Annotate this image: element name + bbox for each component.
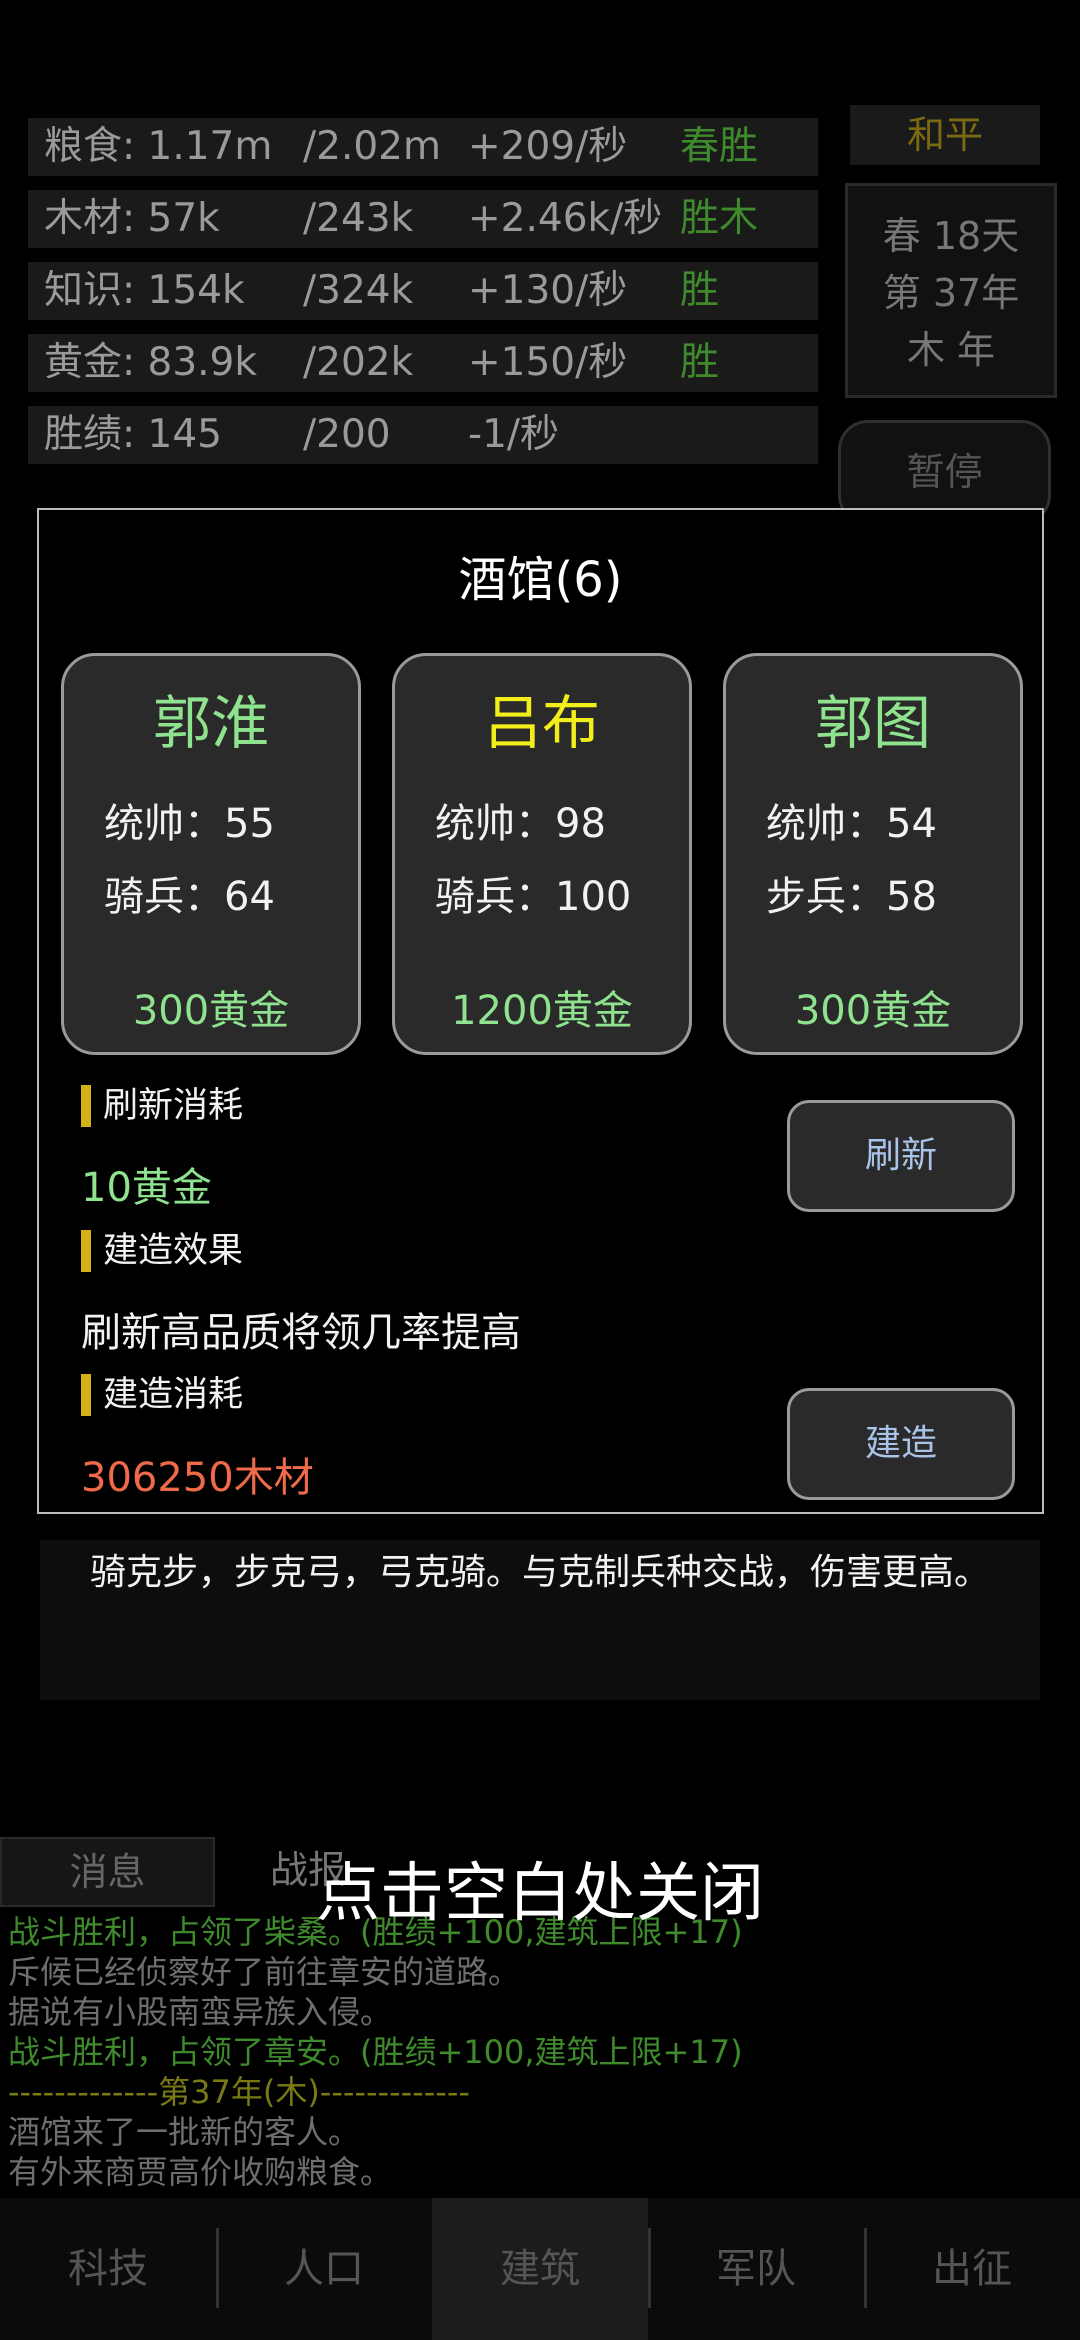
resource-tag: 春胜 (680, 124, 759, 169)
section-label-text: 建造效果 (103, 1231, 244, 1271)
log-line: 斥候已经侦察好了前往章安的道路。 (8, 1953, 521, 1991)
resource-rate: +2.46k/秒 (468, 196, 663, 241)
general-name: 郭淮 (152, 689, 269, 757)
resource-name: 木材: 57k (44, 196, 220, 241)
resource-max: /2.02m (303, 124, 441, 169)
general-price: 1200黄金 (451, 988, 633, 1034)
general-card-1[interactable]: 郭淮 统帅：55 骑兵：64 300黄金 (61, 653, 361, 1055)
resource-rate: +130/秒 (468, 268, 628, 313)
general-stat-command: 统帅：55 (104, 801, 275, 847)
peace-status: 和平 (850, 105, 1040, 165)
build-cost-value: 306250木材 (81, 1455, 314, 1501)
section-label-text: 刷新消耗 (103, 1086, 244, 1126)
element-year: 木 年 (906, 328, 996, 372)
nav-tech[interactable]: 科技 (0, 2198, 216, 2340)
resource-max: /202k (303, 340, 414, 385)
tavern-dialog: 酒馆(6) 郭淮 统帅：55 骑兵：64 300黄金 吕布 统帅：98 骑兵：1… (37, 508, 1044, 1514)
resource-tag: 胜 (680, 340, 720, 385)
resource-rate: -1/秒 (468, 412, 560, 457)
refresh-cost-label: 刷新消耗 (81, 1085, 243, 1127)
resource-max: /324k (303, 268, 414, 313)
dialog-title: 酒馆(6) (458, 552, 623, 608)
nav-buildings[interactable]: 建筑 (432, 2198, 648, 2340)
log-line: -------------第37年(木)------------- (8, 2073, 470, 2111)
general-stat-troop: 步兵：58 (766, 874, 937, 920)
bottom-nav: 科技 人口 建筑 军队 出征 (0, 2198, 1080, 2340)
log-line: 战斗胜利，占领了章安。(胜绩+100,建筑上限+17) (8, 2033, 743, 2071)
build-effect-value: 刷新高品质将领几率提高 (81, 1310, 521, 1356)
resource-name: 胜绩: 145 (44, 412, 222, 457)
resource-row-food: 粮食: 1.17m /2.02m +209/秒 春胜 (28, 118, 818, 176)
resource-row-victory: 胜绩: 145 /200 -1/秒 (28, 406, 818, 464)
general-price: 300黄金 (794, 988, 952, 1034)
general-stat-troop: 骑兵：64 (104, 874, 275, 920)
general-price: 300黄金 (132, 988, 290, 1034)
resource-tag: 胜 (680, 268, 720, 313)
resource-rate: +209/秒 (468, 124, 628, 169)
counter-hint: 骑克步，步克弓，弓克骑。与克制兵种交战，伤害更高。 (89, 1552, 990, 1593)
general-stat-command: 统帅：98 (435, 801, 606, 847)
section-marker (81, 1230, 91, 1272)
season-day: 春 18天 (882, 214, 1020, 258)
build-button[interactable]: 建造 (787, 1388, 1015, 1500)
general-name: 郭图 (814, 689, 931, 757)
general-card-2[interactable]: 吕布 统帅：98 骑兵：100 1200黄金 (392, 653, 692, 1055)
section-marker (81, 1085, 91, 1127)
general-stat-command: 统帅：54 (766, 801, 937, 847)
refresh-cost-value: 10黄金 (81, 1165, 212, 1211)
log-line: 有外来商贾高价收购粮食。 (8, 2153, 393, 2191)
general-name: 吕布 (483, 689, 600, 757)
resource-row-gold: 黄金: 83.9k /202k +150/秒 胜 (28, 334, 818, 392)
nav-population[interactable]: 人口 (216, 2198, 432, 2340)
resource-row-knowledge: 知识: 154k /324k +130/秒 胜 (28, 262, 818, 320)
resource-max: /243k (303, 196, 414, 241)
resource-name: 粮食: 1.17m (44, 124, 273, 169)
calendar-box: 春 18天 第 37年 木 年 (845, 183, 1057, 398)
resource-max: /200 (303, 412, 391, 457)
nav-expedition[interactable]: 出征 (864, 2198, 1080, 2340)
section-label-text: 建造消耗 (103, 1375, 244, 1415)
resource-name: 知识: 154k (44, 268, 245, 313)
nav-army[interactable]: 军队 (648, 2198, 864, 2340)
general-stat-troop: 骑兵：100 (435, 874, 632, 920)
close-hint[interactable]: 点击空白处关闭 (0, 1842, 1080, 1934)
build-cost-label: 建造消耗 (81, 1374, 243, 1416)
resource-row-wood: 木材: 57k /243k +2.46k/秒 胜木 (28, 190, 818, 248)
general-card-3[interactable]: 郭图 统帅：54 步兵：58 300黄金 (723, 653, 1023, 1055)
message-log: 战斗胜利，占领了柴桑。(胜绩+100,建筑上限+17) 斥候已经侦察好了前往章安… (8, 1912, 743, 2192)
build-effect-label: 建造效果 (81, 1230, 243, 1272)
year-label: 第 37年 (882, 271, 1020, 315)
resource-name: 黄金: 83.9k (44, 340, 257, 385)
section-marker (81, 1374, 91, 1416)
log-line: 据说有小股南蛮异族入侵。 (8, 1993, 393, 2031)
resource-rate: +150/秒 (468, 340, 628, 385)
refresh-button[interactable]: 刷新 (787, 1100, 1015, 1212)
log-line: 酒馆来了一批新的客人。 (8, 2113, 361, 2151)
resource-tag: 胜木 (680, 196, 759, 241)
